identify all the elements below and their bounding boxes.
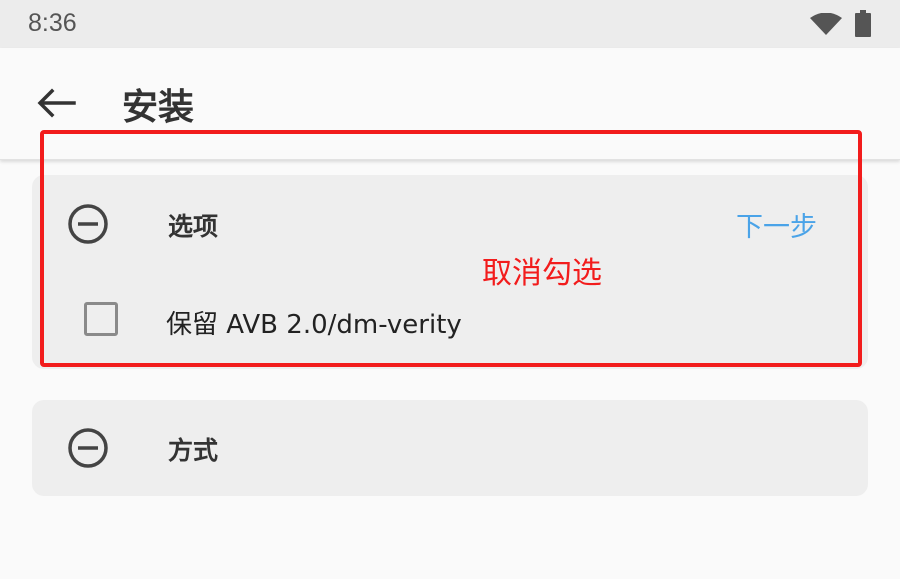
app-bar: 安装 [0, 48, 900, 160]
next-button[interactable]: 下一步 [736, 205, 817, 244]
options-card: 选项 下一步 保留 AVB 2.0/dm-verity [32, 175, 868, 369]
arrow-left-icon[interactable] [36, 88, 76, 118]
status-bar: 8:36 [0, 0, 900, 48]
method-title: 方式 [168, 436, 219, 465]
minus-circle-icon[interactable] [67, 427, 109, 469]
wifi-icon [810, 13, 842, 35]
method-card: 方式 [32, 400, 868, 496]
page-title: 安装 [122, 87, 195, 128]
preserve-avb-label[interactable]: 保留 AVB 2.0/dm-verity [166, 304, 462, 341]
minus-circle-icon[interactable] [67, 203, 109, 245]
options-title: 选项 [168, 212, 219, 241]
preserve-avb-checkbox[interactable] [84, 302, 118, 336]
battery-icon [855, 10, 871, 37]
annotation-text: 取消勾选 [482, 256, 602, 291]
status-time: 8:36 [28, 9, 77, 37]
